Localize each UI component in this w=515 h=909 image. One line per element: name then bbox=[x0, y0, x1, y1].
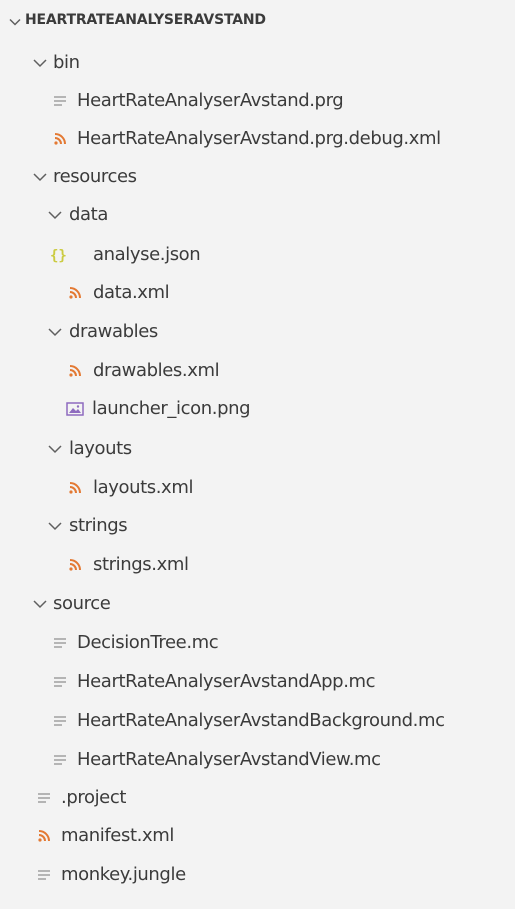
tree-item-label: HeartRateAnalyserAvstand.prg bbox=[77, 90, 344, 111]
tree-file-monkey-jungle[interactable]: monkey.jungle bbox=[0, 856, 515, 894]
chevron-down-icon bbox=[48, 444, 62, 454]
tree-item-label: drawables bbox=[69, 321, 158, 342]
chevron-down-icon bbox=[48, 521, 62, 531]
chevron-down-icon bbox=[48, 327, 62, 337]
tree-file-background-mc[interactable]: HeartRateAnalyserAvstandBackground.mc bbox=[0, 702, 515, 740]
lines-file-icon bbox=[52, 713, 68, 729]
chevron-down-icon bbox=[33, 172, 47, 182]
tree-item-label: launcher_icon.png bbox=[92, 398, 251, 419]
explorer-root-title: HEARTRATEANALYSERAVSTAND bbox=[25, 12, 266, 28]
xml-rss-icon bbox=[67, 557, 83, 573]
tree-file-drawables-xml[interactable]: drawables.xml bbox=[0, 352, 515, 390]
tree-file-prg[interactable]: HeartRateAnalyserAvstand.prg bbox=[0, 82, 515, 120]
chevron-down-icon bbox=[48, 210, 62, 220]
tree-folder-layouts[interactable]: layouts bbox=[0, 430, 515, 468]
tree-item-label: monkey.jungle bbox=[61, 864, 186, 885]
chevron-down-icon bbox=[9, 18, 21, 27]
tree-file-analyse-json[interactable]: {} analyse.json bbox=[0, 236, 515, 274]
tree-item-label: HeartRateAnalyserAvstandView.mc bbox=[77, 749, 381, 770]
tree-folder-strings[interactable]: strings bbox=[0, 507, 515, 545]
lines-file-icon bbox=[36, 867, 52, 883]
tree-folder-data[interactable]: data bbox=[0, 196, 515, 234]
tree-file-data-xml[interactable]: data.xml bbox=[0, 274, 515, 312]
tree-item-label: resources bbox=[53, 166, 137, 187]
tree-item-label: drawables.xml bbox=[93, 360, 220, 381]
tree-file-prg-debug-xml[interactable]: HeartRateAnalyserAvstand.prg.debug.xml bbox=[0, 120, 515, 158]
tree-item-label: strings.xml bbox=[93, 554, 189, 575]
json-braces-icon: {} bbox=[50, 247, 70, 263]
tree-file-strings-xml[interactable]: strings.xml bbox=[0, 546, 515, 584]
tree-item-label: .project bbox=[61, 787, 126, 808]
tree-file-app-mc[interactable]: HeartRateAnalyserAvstandApp.mc bbox=[0, 663, 515, 701]
tree-folder-bin[interactable]: bin bbox=[0, 44, 515, 82]
tree-item-label: analyse.json bbox=[93, 244, 201, 265]
lines-file-icon bbox=[36, 790, 52, 806]
file-explorer: HEARTRATEANALYSERAVSTAND bin HeartRateAn… bbox=[0, 0, 515, 909]
tree-item-label: source bbox=[53, 593, 111, 614]
chevron-down-icon bbox=[33, 599, 47, 609]
tree-file-launcher-icon[interactable]: launcher_icon.png bbox=[0, 390, 515, 428]
tree-item-label: layouts bbox=[69, 438, 132, 459]
tree-file-project[interactable]: .project bbox=[0, 779, 515, 817]
tree-file-manifest-xml[interactable]: manifest.xml bbox=[0, 817, 515, 855]
xml-rss-icon bbox=[52, 131, 68, 147]
image-file-icon bbox=[66, 401, 84, 417]
tree-item-label: data.xml bbox=[93, 282, 170, 303]
chevron-down-icon bbox=[33, 58, 47, 68]
tree-item-label: HeartRateAnalyserAvstandApp.mc bbox=[77, 671, 376, 692]
tree-item-label: HeartRateAnalyserAvstand.prg.debug.xml bbox=[77, 128, 441, 149]
explorer-root-header[interactable]: HEARTRATEANALYSERAVSTAND bbox=[0, 0, 515, 44]
tree-file-decisiontree[interactable]: DecisionTree.mc bbox=[0, 624, 515, 662]
lines-file-icon bbox=[52, 93, 68, 109]
tree-item-label: DecisionTree.mc bbox=[77, 632, 219, 653]
tree-folder-resources[interactable]: resources bbox=[0, 158, 515, 196]
xml-rss-icon bbox=[67, 363, 83, 379]
tree-item-label: manifest.xml bbox=[61, 825, 174, 846]
lines-file-icon bbox=[52, 752, 68, 768]
tree-folder-source[interactable]: source bbox=[0, 585, 515, 623]
tree-item-label: bin bbox=[53, 52, 80, 73]
tree-folder-drawables[interactable]: drawables bbox=[0, 313, 515, 351]
xml-rss-icon bbox=[67, 480, 83, 496]
lines-file-icon bbox=[52, 635, 68, 651]
tree-item-label: layouts.xml bbox=[93, 477, 194, 498]
tree-item-label: HeartRateAnalyserAvstandBackground.mc bbox=[77, 710, 445, 731]
lines-file-icon bbox=[52, 674, 68, 690]
xml-rss-icon bbox=[36, 828, 52, 844]
tree-item-label: strings bbox=[69, 515, 128, 536]
tree-item-label: data bbox=[69, 204, 108, 225]
xml-rss-icon bbox=[67, 285, 83, 301]
tree-file-view-mc[interactable]: HeartRateAnalyserAvstandView.mc bbox=[0, 741, 515, 779]
svg-text:{}: {} bbox=[50, 248, 67, 263]
tree-file-layouts-xml[interactable]: layouts.xml bbox=[0, 469, 515, 507]
